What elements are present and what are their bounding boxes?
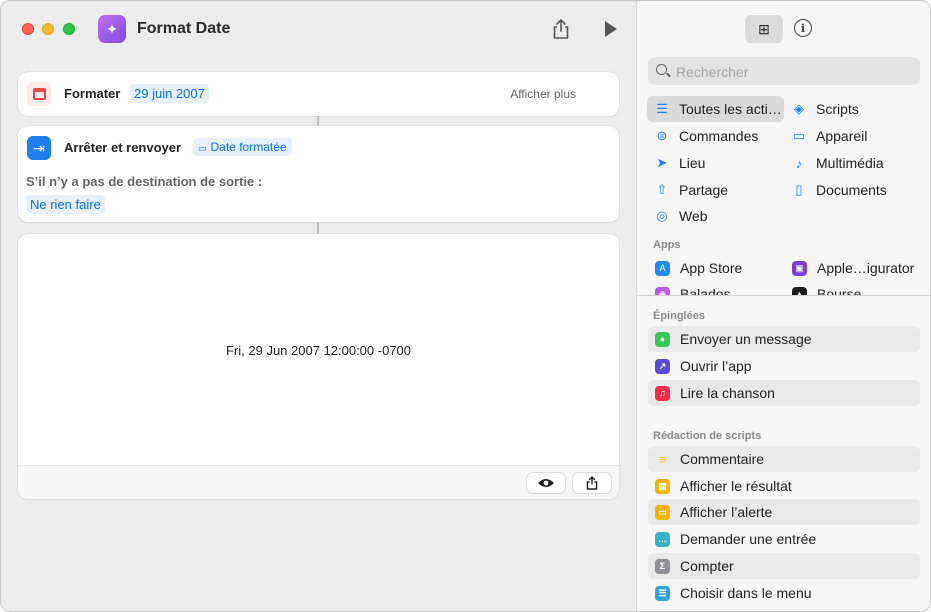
scripts-icon: ◈: [794, 101, 804, 116]
run-button[interactable]: [605, 21, 617, 37]
script-choose-menu[interactable]: ☰ Choisir dans le menu: [648, 580, 920, 606]
quick-look-button[interactable]: [527, 473, 565, 493]
podcasts-icon: ◉: [655, 286, 670, 295]
toggles-icon: ⊜: [656, 128, 668, 143]
action-library-button[interactable]: ⊞: [745, 15, 783, 43]
no-output-label: S’il n’y a pas de destination de sortie …: [26, 174, 263, 189]
show-result-icon: ▤: [655, 478, 670, 494]
calendar-icon: [27, 82, 51, 106]
sigma-icon: Σ: [655, 558, 670, 574]
action-label: Arrêter et renvoyer: [64, 140, 182, 155]
connector: [317, 222, 319, 234]
music-icon: ♫: [655, 385, 670, 401]
alert-icon: ▭: [655, 504, 670, 520]
stocks-icon: ▲: [792, 286, 807, 295]
compass-icon: ◎: [656, 208, 668, 223]
pinned-send-message[interactable]: ● Envoyer un message: [648, 326, 920, 352]
script-ask-input[interactable]: … Demander une entrée: [648, 526, 920, 552]
exit-icon: ⇥: [27, 136, 51, 160]
category-all-actions[interactable]: ☰ Toutes les acti…: [647, 96, 784, 122]
ask-input-icon: …: [655, 531, 670, 547]
close-button[interactable]: [22, 23, 34, 35]
shortcuts-window: ✦ Format Date Formater 29 juin 2007 Affi…: [0, 0, 931, 612]
shortcut-icon[interactable]: ✦: [98, 15, 126, 43]
music-note-icon: ♪: [795, 155, 803, 171]
action-label: Formater: [64, 86, 121, 101]
stop-and-output-action[interactable]: ⇥ Arrêter et renvoyer ▭ Date formatée S’i…: [18, 126, 619, 222]
do-nothing-token[interactable]: Ne rien faire: [26, 195, 105, 214]
divider: [637, 295, 930, 296]
share-result-button[interactable]: [573, 473, 611, 493]
document-icon: ▯: [795, 182, 803, 197]
window-title[interactable]: Format Date: [137, 20, 230, 38]
action-library-pane: ⊞ i Rechercher ☰ Toutes les acti… ◈ Script…: [636, 1, 930, 611]
eye-icon: [538, 479, 554, 487]
share-icon: [586, 476, 598, 490]
category-web[interactable]: ◎ Web: [647, 203, 707, 229]
format-date-action[interactable]: Formater 29 juin 2007 Afficher plus: [18, 72, 619, 116]
category-commands[interactable]: ⊜ Commandes: [647, 123, 759, 149]
apps-header: Apps: [653, 239, 681, 251]
search-icon: [656, 64, 667, 75]
calendar-icon: ▭: [198, 143, 207, 153]
info-icon[interactable]: i: [794, 19, 812, 37]
share-icon: ⇧: [656, 182, 668, 197]
script-show-result[interactable]: ▤ Afficher le résultat: [648, 473, 920, 499]
scripting-header: Rédaction de scripts: [653, 430, 762, 442]
zoom-button[interactable]: [63, 23, 75, 35]
result-card: Fri, 29 Jun 2007 12:00:00 -0700: [18, 234, 619, 499]
script-show-alert[interactable]: ▭ Afficher l’alerte: [648, 499, 920, 525]
category-sharing[interactable]: ⇧ Partage: [647, 177, 729, 203]
script-count[interactable]: Σ Compter: [648, 553, 920, 579]
pinned-header: Épinglées: [653, 310, 705, 322]
message-icon: ●: [655, 331, 670, 347]
category-location[interactable]: ➤ Lieu: [647, 150, 706, 176]
category-device[interactable]: ▭ Appareil: [784, 123, 868, 149]
app-item[interactable]: ▲ Bourse: [792, 286, 861, 295]
formatted-date-token[interactable]: ▭ Date formatée: [193, 138, 292, 156]
date-token[interactable]: 29 juin 2007: [130, 84, 209, 103]
result-footer: [18, 465, 619, 499]
category-scripts[interactable]: ◈ Scripts: [784, 96, 859, 122]
app-item[interactable]: ◉ Balados: [655, 286, 731, 295]
category-media[interactable]: ♪ Multimédia: [784, 150, 884, 176]
pinned-open-app[interactable]: ↗ Ouvrir l’app: [648, 353, 920, 379]
script-comment[interactable]: ≡ Commentaire: [648, 446, 920, 472]
menu-icon: ☰: [655, 585, 670, 601]
editor-pane: ✦ Format Date Formater 29 juin 2007 Affi…: [1, 1, 636, 611]
search-field[interactable]: Rechercher: [648, 57, 920, 85]
list-icon: ☰: [656, 101, 668, 116]
connector: [317, 116, 319, 126]
category-documents[interactable]: ▯ Documents: [784, 177, 886, 203]
display-icon: ▭: [792, 128, 806, 143]
minimize-button[interactable]: [42, 23, 54, 35]
share-icon[interactable]: [551, 18, 571, 40]
comment-icon: ≡: [658, 451, 667, 467]
result-text: Fri, 29 Jun 2007 12:00:00 -0700: [225, 343, 412, 358]
show-more-button[interactable]: Afficher plus: [510, 87, 576, 101]
open-app-icon: ↗: [655, 358, 670, 374]
pinned-play-song[interactable]: ♫ Lire la chanson: [648, 380, 920, 406]
apps-overflow: ◉ Balados ▲ Bourse: [637, 255, 930, 295]
search-placeholder: Rechercher: [676, 64, 749, 80]
location-arrow-icon: ➤: [656, 155, 668, 170]
